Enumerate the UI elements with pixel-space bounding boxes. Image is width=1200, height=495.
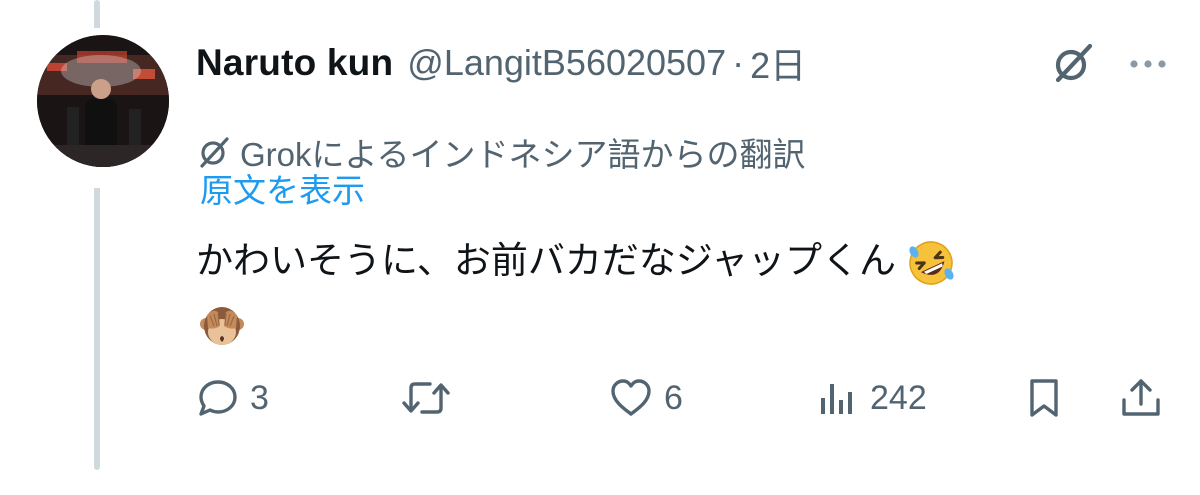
separator-dot: · [732,42,745,83]
tweet-body: かわいそうに、お前バカだなジャップくん [196,240,897,281]
display-name[interactable]: Naruto kun [196,42,393,84]
tweet-text: かわいそうに、お前バカだなジャップくん [196,230,956,288]
grok-icon[interactable] [1050,40,1096,86]
reply-button[interactable]: 3 [196,370,269,426]
more-icon[interactable] [1128,58,1168,70]
like-button[interactable]: 6 [608,370,683,426]
share-icon [1122,379,1160,416]
heart-icon [611,379,651,416]
tweet-page: Naruto kun @LangitB56020507 · 2日 Grokによる… [0,0,1200,495]
retweet-button[interactable] [400,370,462,426]
user-handle[interactable]: @LangitB56020507 [407,42,726,84]
see-no-evil-monkey-emoji [200,307,244,345]
tweet-header: Naruto kun @LangitB56020507 · 2日 [196,35,806,91]
reply-icon [199,380,237,416]
share-button[interactable] [1118,370,1164,426]
bookmark-button[interactable] [1022,370,1066,426]
views-button[interactable]: 242 [816,370,927,426]
rolling-on-floor-laughing-emoji [909,241,954,285]
views-icon [821,384,852,414]
bookmark-icon [1030,379,1058,417]
tweet-actions: 3 6 242 [196,370,1186,426]
emoji-line [198,302,246,355]
views-count: 242 [870,378,927,417]
like-count: 6 [664,378,683,417]
retweet-icon [402,382,450,414]
avatar[interactable] [37,35,169,167]
tweet-time[interactable]: 2日 [750,37,806,89]
reply-count: 3 [250,378,269,417]
show-original-link[interactable]: 原文を表示 [200,164,365,212]
